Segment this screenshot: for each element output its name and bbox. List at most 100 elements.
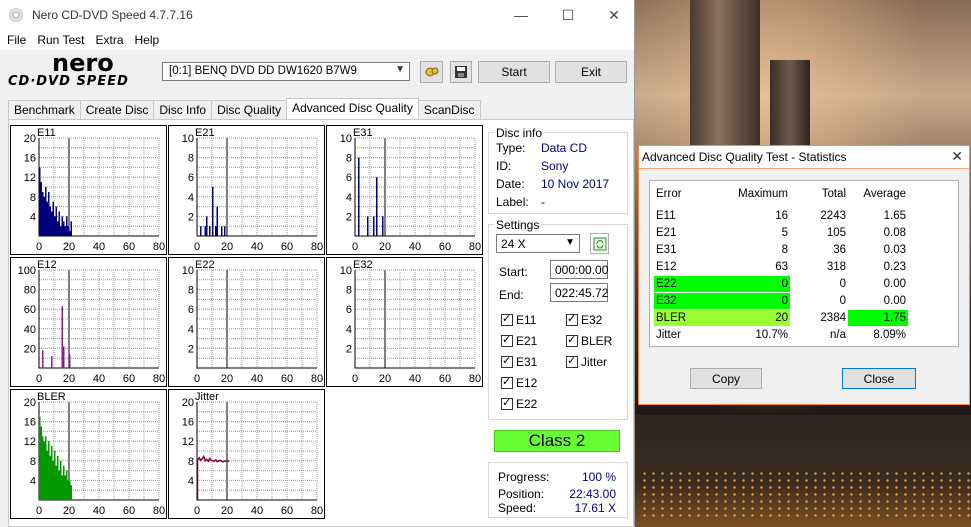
minimize-button[interactable]: — <box>498 0 544 30</box>
tab-create-disc[interactable]: Create Disc <box>79 100 155 121</box>
bar <box>64 226 66 236</box>
bar <box>42 191 44 236</box>
cell-avg: 0.23 <box>883 261 906 273</box>
save-button[interactable] <box>450 61 472 83</box>
menu-run-test[interactable]: Run Test <box>32 33 90 47</box>
exit-button[interactable]: Exit <box>555 61 627 83</box>
cell-total: 318 <box>826 261 846 273</box>
close-dialog-button[interactable]: Close <box>842 368 916 389</box>
header-error: Error <box>656 188 682 200</box>
cell-avg: 0.03 <box>883 244 906 256</box>
bar <box>40 426 42 500</box>
x-tick-label: 20 <box>63 373 75 385</box>
start-button[interactable]: Start <box>478 61 550 83</box>
cell-name: E22 <box>656 278 677 290</box>
drive-config-button[interactable] <box>420 61 443 83</box>
checkbox-e21[interactable]: E21 <box>501 333 537 348</box>
table-row: E31 8 36 0.03 <box>650 242 958 259</box>
x-tick-label: 0 <box>36 373 42 385</box>
chart-plot: 2 4 6 8 10 0 20 40 60 80 <box>182 265 323 385</box>
bar <box>382 216 384 236</box>
bar <box>45 187 47 236</box>
bar <box>60 460 62 500</box>
statistics-close-icon[interactable]: ✕ <box>951 148 963 165</box>
tab-scandisc[interactable]: ScanDisc <box>417 100 481 121</box>
bar <box>49 455 51 500</box>
chart-plot: 4 8 12 16 20 0 20 40 60 80 <box>182 397 323 517</box>
checkbox-bler[interactable]: BLER <box>566 333 612 348</box>
tab-benchmark[interactable]: Benchmark <box>8 100 81 121</box>
speed-row: Speed: 17.61 X <box>498 501 616 515</box>
chart-jitter: Jitter 4 8 12 16 20 0 20 40 60 80 <box>168 389 325 519</box>
cell-total: 0 <box>839 278 846 290</box>
checkbox-e11[interactable]: E11 <box>501 312 536 327</box>
bar <box>61 216 63 236</box>
bar <box>67 226 69 236</box>
x-tick-label: 20 <box>221 241 233 253</box>
menu-help[interactable]: Help <box>130 33 166 47</box>
checkbox-e31[interactable]: E31 <box>501 354 538 369</box>
cell-max: 16 <box>775 210 788 222</box>
x-tick-label: 60 <box>439 241 451 253</box>
start-time-input[interactable]: 000:00.00 <box>550 260 608 279</box>
table-row: E12 63 318 0.23 <box>650 259 958 276</box>
bar <box>54 216 56 236</box>
tab-disc-quality[interactable]: Disc Quality <box>211 100 288 121</box>
bar <box>69 231 71 236</box>
checkbox-jitter[interactable]: Jitter <box>566 354 607 369</box>
x-tick-label: 0 <box>194 241 200 253</box>
disc-id-text: Sony <box>541 159 569 173</box>
checkbox-e12[interactable]: E12 <box>501 375 537 390</box>
checkbox-e31-label: E31 <box>516 355 538 369</box>
y-tick-label: 16 <box>24 417 36 429</box>
bar <box>200 226 202 236</box>
cell-avg: 0.00 <box>883 278 906 290</box>
checkbox-e22[interactable]: E22 <box>501 396 538 411</box>
bar <box>69 480 71 500</box>
disc-label-label: Label: <box>496 195 529 209</box>
x-tick-label: 60 <box>281 373 293 385</box>
bar <box>69 354 71 368</box>
close-button[interactable]: ✕ <box>591 0 637 30</box>
menu-extra[interactable]: Extra <box>90 33 129 47</box>
y-tick-label: 10 <box>340 265 352 277</box>
drive-select[interactable]: [0:1] BENQ DVD DD DW1620 B7W9 ▼ <box>162 62 410 81</box>
x-tick-label: 40 <box>251 505 263 517</box>
tab-advanced-disc-quality[interactable]: Advanced Disc Quality <box>286 98 419 121</box>
chart-e21: E21 2 4 6 8 10 0 20 40 60 80 <box>168 125 325 255</box>
checkbox-e22-box <box>501 396 513 410</box>
drive-select-value: [0:1] BENQ DVD DD DW1620 B7W9 <box>169 65 357 77</box>
speed-select[interactable]: 24 X ▼ <box>496 234 580 253</box>
checkbox-e32[interactable]: E32 <box>566 312 602 327</box>
copy-button[interactable]: Copy <box>690 368 762 389</box>
end-label: End: <box>499 288 524 302</box>
bar <box>376 177 378 236</box>
checkbox-e22-label: E22 <box>516 397 538 411</box>
progress-row: Progress: 100 % <box>498 470 616 484</box>
disc-info-legend: Disc info <box>494 126 545 140</box>
bar <box>40 182 42 236</box>
bar <box>224 226 226 236</box>
bar <box>367 216 369 236</box>
y-tick-label: 4 <box>188 324 194 336</box>
header-total: Total <box>821 188 846 200</box>
y-tick-label: 8 <box>188 153 194 165</box>
start-label: Start: <box>499 265 528 279</box>
menu-file[interactable]: File <box>2 33 32 47</box>
refresh-speed-button[interactable] <box>590 233 609 254</box>
x-tick-label: 0 <box>36 241 42 253</box>
y-tick-label: 20 <box>24 397 36 409</box>
table-row: Jitter 10.7% n/a 8.09% <box>650 327 958 344</box>
checkbox-e12-box <box>501 375 513 389</box>
y-tick-label: 60 <box>24 304 36 316</box>
maximize-button[interactable]: ☐ <box>545 0 591 30</box>
x-tick-label: 40 <box>93 241 105 253</box>
end-time-input[interactable]: 022:45.72 <box>550 283 608 302</box>
x-tick-label: 80 <box>469 373 481 385</box>
statistics-title: Advanced Disc Quality Test - Statistics <box>642 150 847 164</box>
checkbox-e21-box <box>501 333 513 347</box>
bar <box>209 226 211 236</box>
tab-disc-info[interactable]: Disc Info <box>153 100 213 121</box>
disc-id-label: ID: <box>496 159 512 173</box>
bar <box>58 470 60 500</box>
